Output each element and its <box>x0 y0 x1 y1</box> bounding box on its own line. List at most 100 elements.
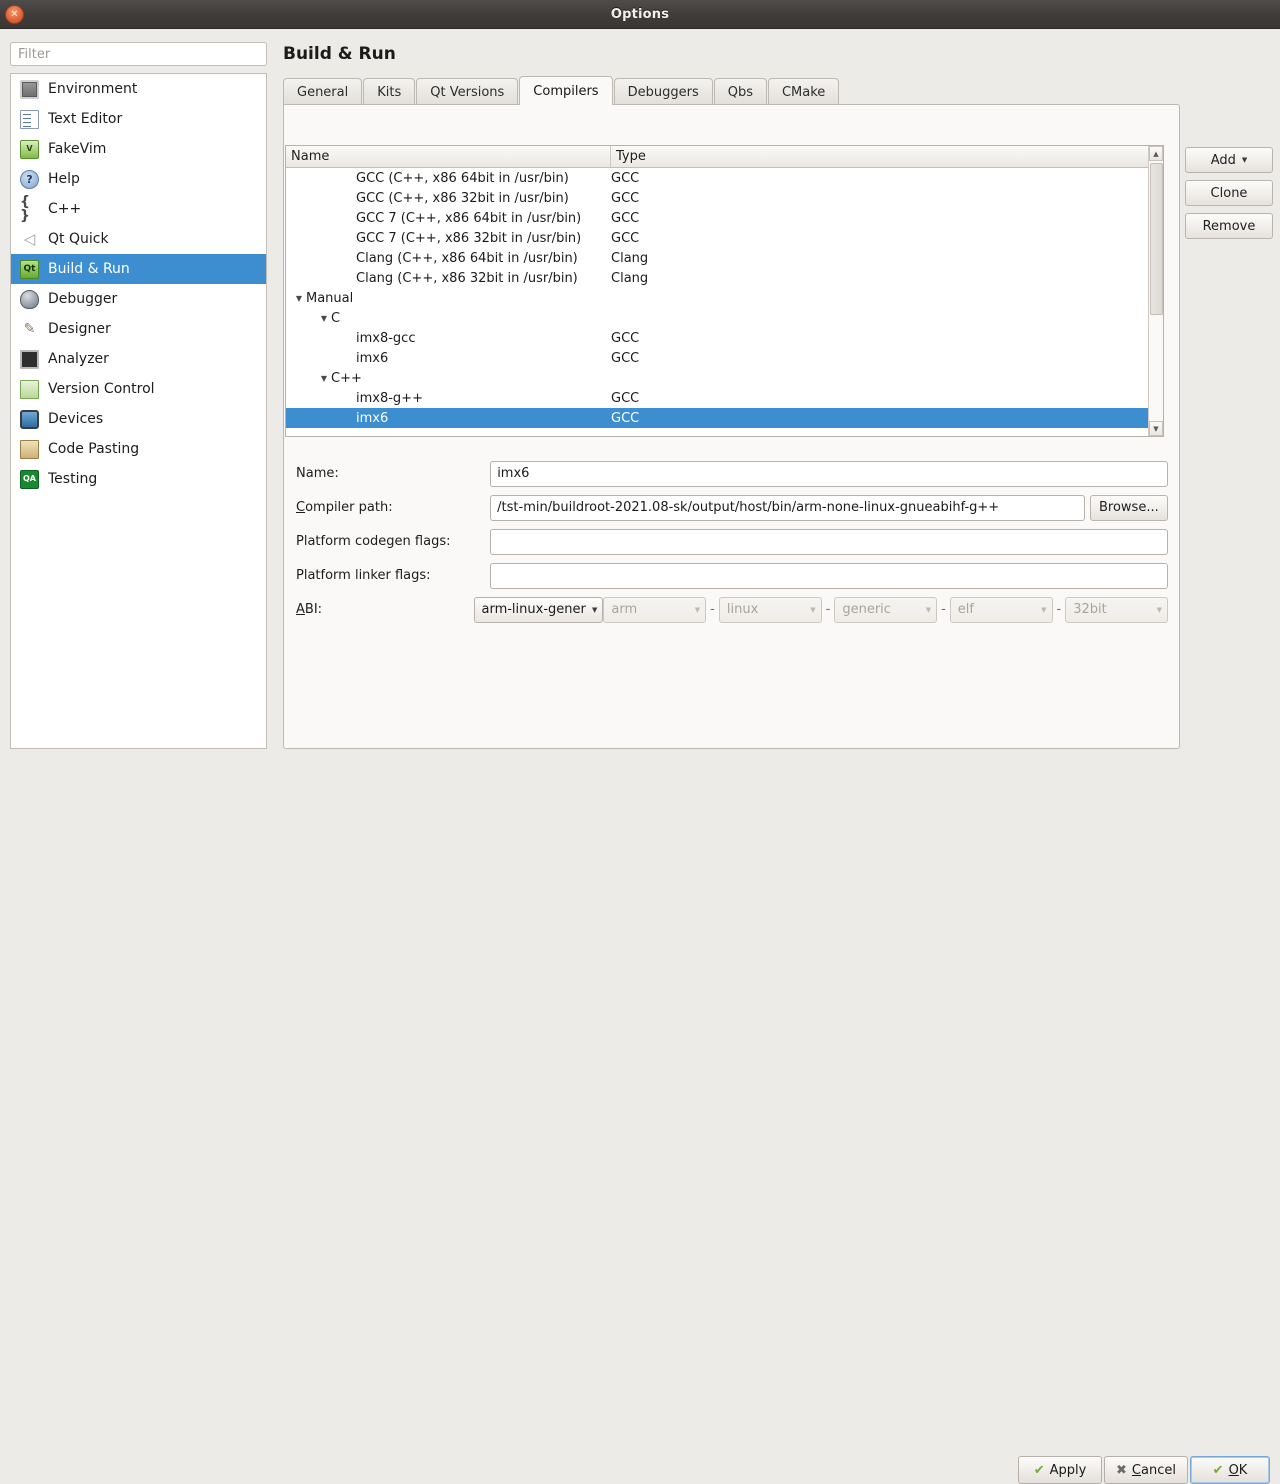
sidebar-item-label: Devices <box>48 411 104 427</box>
sidebar-item-debugger[interactable]: Debugger <box>11 284 266 314</box>
table-row[interactable]: ▼ C++ <box>286 368 1163 388</box>
filter-input[interactable] <box>10 42 267 66</box>
table-row[interactable]: GCC (C++, x86 32bit in /usr/bin) GCC <box>286 188 1163 208</box>
abi-wordwidth-combo: 32bit ▼ <box>1065 596 1168 623</box>
sidebar-item-qt-quick[interactable]: ◁ Qt Quick <box>11 224 266 254</box>
expand-triangle-icon[interactable]: ▼ <box>292 294 306 303</box>
abi-osflavor-value: generic <box>842 602 891 617</box>
compiler-path-label: Compiler path: <box>296 500 393 515</box>
abi-separator: - <box>941 602 946 617</box>
sidebar-item-designer[interactable]: ✎ Designer <box>11 314 266 344</box>
tab-kits[interactable]: Kits <box>363 78 416 105</box>
compiler-name-label: GCC (C++, x86 64bit in /usr/bin) <box>356 170 569 186</box>
sidebar-item-label: Version Control <box>48 381 155 397</box>
sidebar-item-help[interactable]: ? Help <box>11 164 266 194</box>
abi-combo[interactable]: arm-linux-gener ▼ <box>473 596 604 623</box>
sidebar-item-label: FakeVim <box>48 141 107 157</box>
tab-debuggers[interactable]: Debuggers <box>613 78 713 105</box>
remove-button[interactable]: Remove <box>1185 213 1273 239</box>
tab-bar: General Kits Qt Versions Compilers Debuggers… <box>283 76 1270 105</box>
name-row: Name: <box>296 460 1168 487</box>
compiler-name-cell: GCC 7 (C++, x86 64bit in /usr/bin) <box>286 211 611 226</box>
abi-separator: - <box>1056 602 1062 617</box>
sidebar-item-version-control[interactable]: Version Control <box>11 374 266 404</box>
sidebar-item-label: C++ <box>48 201 82 217</box>
table-row[interactable]: GCC 7 (C++, x86 32bit in /usr/bin) GCC <box>286 228 1163 248</box>
sidebar-item-label: Designer <box>48 321 111 337</box>
sidebar-item-testing[interactable]: QA Testing <box>11 464 266 494</box>
sidebar-item-fakevim[interactable]: V FakeVim <box>11 134 266 164</box>
table-row[interactable]: imx6 GCC <box>286 408 1163 428</box>
abi-separator: - <box>710 602 715 617</box>
sidebar-item-code-pasting[interactable]: Code Pasting <box>11 434 266 464</box>
compiler-name-label: Manual <box>306 290 354 306</box>
codegen-flags-input[interactable] <box>490 528 1168 555</box>
table-row[interactable]: Clang (C++, x86 64bit in /usr/bin) Clang <box>286 248 1163 268</box>
sidebar-item-label: Qt Quick <box>48 231 109 247</box>
tab-qbs[interactable]: Qbs <box>713 78 767 105</box>
table-row[interactable]: ▼ C <box>286 308 1163 328</box>
tab-label: CMake <box>781 84 826 100</box>
table-row[interactable]: Clang (C++, x86 32bit in /usr/bin) Clang <box>286 268 1163 288</box>
table-row[interactable]: imx8-g++ GCC <box>286 388 1163 408</box>
sidebar-item-label: Code Pasting <box>48 441 140 457</box>
dialog-button-bar: ✔ Apply ✖ Cancel ✔ OK <box>0 728 1280 1484</box>
linker-flags-row: Platform linker flags: <box>296 562 1168 589</box>
compiler-name-label: imx6 <box>356 350 389 366</box>
compiler-name-cell: Clang (C++, x86 64bit in /usr/bin) <box>286 251 611 266</box>
table-row[interactable]: imx6 GCC <box>286 348 1163 368</box>
tab-compilers[interactable]: Compilers <box>519 76 613 105</box>
compiler-tree-scrollbar[interactable]: ▲ ▼ <box>1148 146 1163 436</box>
browse-button[interactable]: Browse... <box>1089 494 1168 521</box>
sidebar-item-build-run[interactable]: Qt Build & Run <box>11 254 266 284</box>
chevron-down-icon: ▼ <box>694 605 701 614</box>
sidebar-item-environment[interactable]: Environment <box>11 74 266 104</box>
scroll-down-icon[interactable]: ▼ <box>1149 421 1163 436</box>
sidebar-item-devices[interactable]: Devices <box>11 404 266 434</box>
name-input[interactable] <box>490 460 1168 487</box>
expand-triangle-icon[interactable]: ▼ <box>317 314 331 323</box>
compiler-path-input[interactable] <box>490 494 1085 521</box>
compiler-tree[interactable]: Name Type GCC (C++, x86 64bit in /usr/bi… <box>285 145 1164 437</box>
compiler-name-cell: imx8-g++ <box>286 391 611 406</box>
scroll-up-icon[interactable]: ▲ <box>1149 146 1163 161</box>
table-row[interactable]: GCC (C++, x86 64bit in /usr/bin) GCC <box>286 168 1163 188</box>
linker-flags-input[interactable] <box>490 562 1168 589</box>
abi-os-value: linux <box>726 602 759 617</box>
expand-triangle-icon[interactable]: ▼ <box>317 374 331 383</box>
compiler-name-cell: Clang (C++, x86 32bit in /usr/bin) <box>286 271 611 286</box>
compiler-name-cell: GCC 7 (C++, x86 32bit in /usr/bin) <box>286 231 611 246</box>
compiler-name-label: imx6 <box>356 410 389 426</box>
tab-cmake[interactable]: CMake <box>767 78 840 105</box>
sidebar-item-c[interactable]: { } C++ <box>11 194 266 224</box>
tab-label: Compilers <box>533 83 599 99</box>
tab-label: Kits <box>377 84 402 100</box>
window-title: Options <box>610 6 670 22</box>
table-row[interactable]: ▼ Manual <box>286 288 1163 308</box>
tab-label: Qt Versions <box>430 84 505 100</box>
scrollbar-thumb[interactable] <box>1150 163 1163 315</box>
sidebar-item-analyzer[interactable]: Analyzer <box>11 344 266 374</box>
compiler-name-label: GCC 7 (C++, x86 64bit in /usr/bin) <box>356 210 582 226</box>
sidebar-item-text-editor[interactable]: Text Editor <box>11 104 266 134</box>
compiler-tree-body: GCC (C++, x86 64bit in /usr/bin) GCC GCC (… <box>286 168 1163 436</box>
category-list: Environment Text Editor V FakeVim? Help { } C+… <box>10 73 267 749</box>
table-row[interactable]: imx8-gcc GCC <box>286 328 1163 348</box>
tab-general[interactable]: General <box>283 78 363 105</box>
apply-button[interactable]: ✔ Apply <box>1018 1456 1102 1484</box>
close-icon[interactable]: ✕ <box>5 5 24 24</box>
column-header-name[interactable]: Name <box>286 146 611 167</box>
column-header-type[interactable]: Type <box>611 146 1163 167</box>
compiler-name-cell: ▼ C++ <box>286 371 611 386</box>
clone-button[interactable]: Clone <box>1185 180 1273 206</box>
add-button[interactable]: Add ▼ <box>1185 147 1273 173</box>
compiler-type-cell: GCC <box>611 190 640 206</box>
cancel-button[interactable]: ✖ Cancel <box>1104 1456 1188 1484</box>
abi-row: ABI: arm-linux-gener ▼ arm ▼ - linux ▼ -… <box>296 596 1168 623</box>
table-row[interactable]: GCC 7 (C++, x86 64bit in /usr/bin) GCC <box>286 208 1163 228</box>
ok-button[interactable]: ✔ OK <box>1190 1456 1270 1484</box>
clipboard-globe-icon <box>20 439 39 459</box>
sidebar-item-label: Text Editor <box>48 111 123 127</box>
tab-qt-versions[interactable]: Qt Versions <box>416 78 519 105</box>
compiler-name-cell: GCC (C++, x86 64bit in /usr/bin) <box>286 171 611 186</box>
